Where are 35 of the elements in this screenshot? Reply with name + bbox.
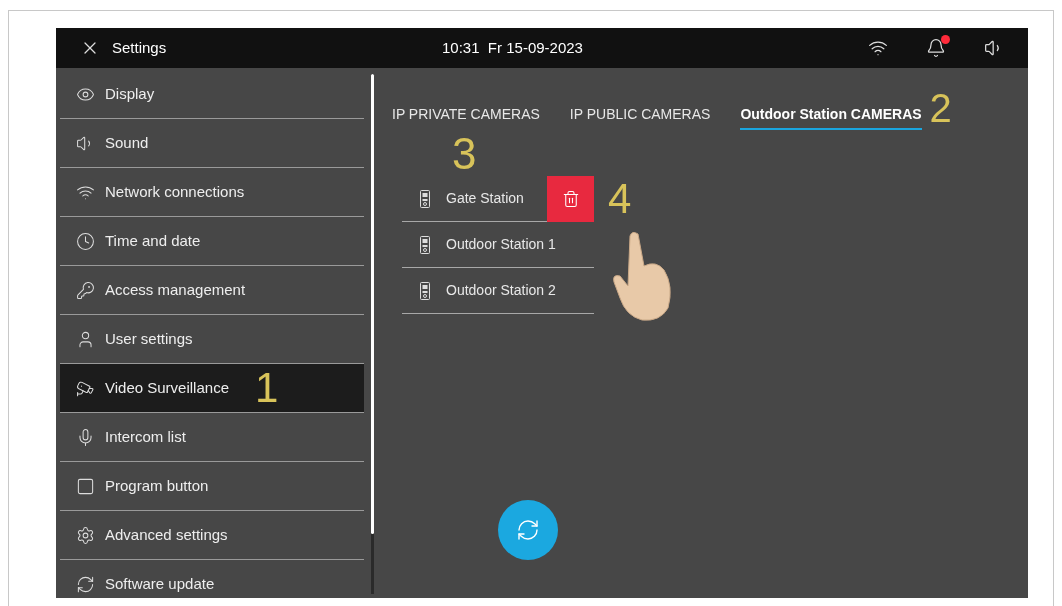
door-station-icon [420, 281, 430, 300]
step-number: 2 [929, 88, 952, 128]
clock-icon [76, 231, 95, 251]
user-icon [76, 329, 95, 349]
sidebar-item[interactable]: Intercom list [60, 413, 364, 462]
station-item[interactable]: Outdoor Station 1 [402, 222, 594, 268]
sidebar-item[interactable]: Access management [60, 266, 364, 315]
door-station-icon [420, 235, 430, 254]
key-icon [76, 280, 95, 300]
sidebar-item[interactable]: Sound [60, 119, 364, 168]
sidebar-item[interactable]: Display [60, 70, 364, 119]
sidebar-item[interactable]: Advanced settings [60, 511, 364, 560]
square-icon [76, 476, 95, 496]
tab[interactable]: IP PUBLIC CAMERAS [569, 104, 711, 130]
date-time: 10:31 Fr 15-09-2023 [442, 37, 583, 58]
sidebar-item[interactable]: Network connections [60, 168, 364, 217]
refresh-icon [76, 574, 95, 594]
tab[interactable]: IP PRIVATE CAMERAS [392, 104, 540, 130]
door-station-icon [420, 189, 430, 208]
sidebar-item[interactable]: Time and date [60, 217, 364, 266]
trash-icon [561, 190, 580, 208]
step-number: 1 [255, 367, 279, 409]
delete-button[interactable] [547, 176, 594, 222]
refresh-button[interactable] [498, 500, 558, 560]
tab[interactable]: Outdoor Station CAMERAS [740, 104, 922, 130]
microphone-icon [76, 427, 95, 447]
step-number: 4 [608, 178, 632, 220]
sidebar-item[interactable]: Program button [60, 462, 364, 511]
sidebar-item[interactable]: Video Surveillance 1 [60, 364, 364, 413]
step-number: 3 [452, 132, 478, 176]
refresh-icon [516, 518, 540, 542]
sidebar-item[interactable]: Software update [60, 560, 364, 598]
window-title: Settings [112, 37, 168, 58]
station-item[interactable]: Outdoor Station 2 [402, 268, 594, 314]
settings-icon [76, 525, 95, 545]
